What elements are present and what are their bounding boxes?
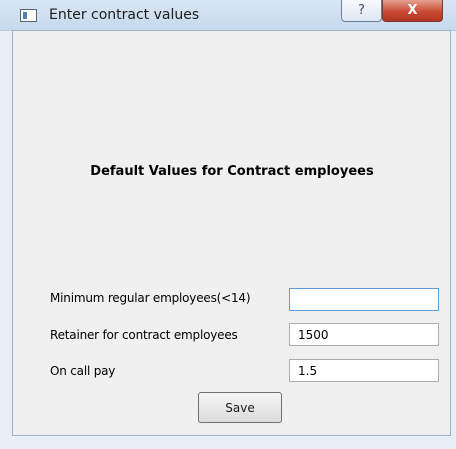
help-button[interactable]: ? xyxy=(341,0,382,22)
window-title: Enter contract values xyxy=(49,7,200,23)
window-app-icon xyxy=(20,9,37,22)
dialog-content: Default Values for Contract employees Mi… xyxy=(12,30,451,436)
dialog-window: Enter contract values ? X Default Values… xyxy=(0,0,456,449)
on-call-pay-label: On call pay xyxy=(50,364,116,378)
close-icon: X xyxy=(407,3,418,18)
save-button[interactable]: Save xyxy=(198,392,282,423)
min-regular-employees-input[interactable] xyxy=(289,288,439,311)
close-button[interactable]: X xyxy=(382,0,443,22)
retainer-label: Retainer for contract employees xyxy=(50,328,238,342)
help-icon: ? xyxy=(358,3,365,18)
retainer-input[interactable] xyxy=(289,323,439,346)
min-regular-employees-label: Minimum regular employees(<14) xyxy=(50,291,251,305)
form-heading: Default Values for Contract employees xyxy=(90,164,374,179)
title-bar[interactable]: Enter contract values ? X xyxy=(0,0,456,31)
on-call-pay-input[interactable] xyxy=(289,359,439,382)
